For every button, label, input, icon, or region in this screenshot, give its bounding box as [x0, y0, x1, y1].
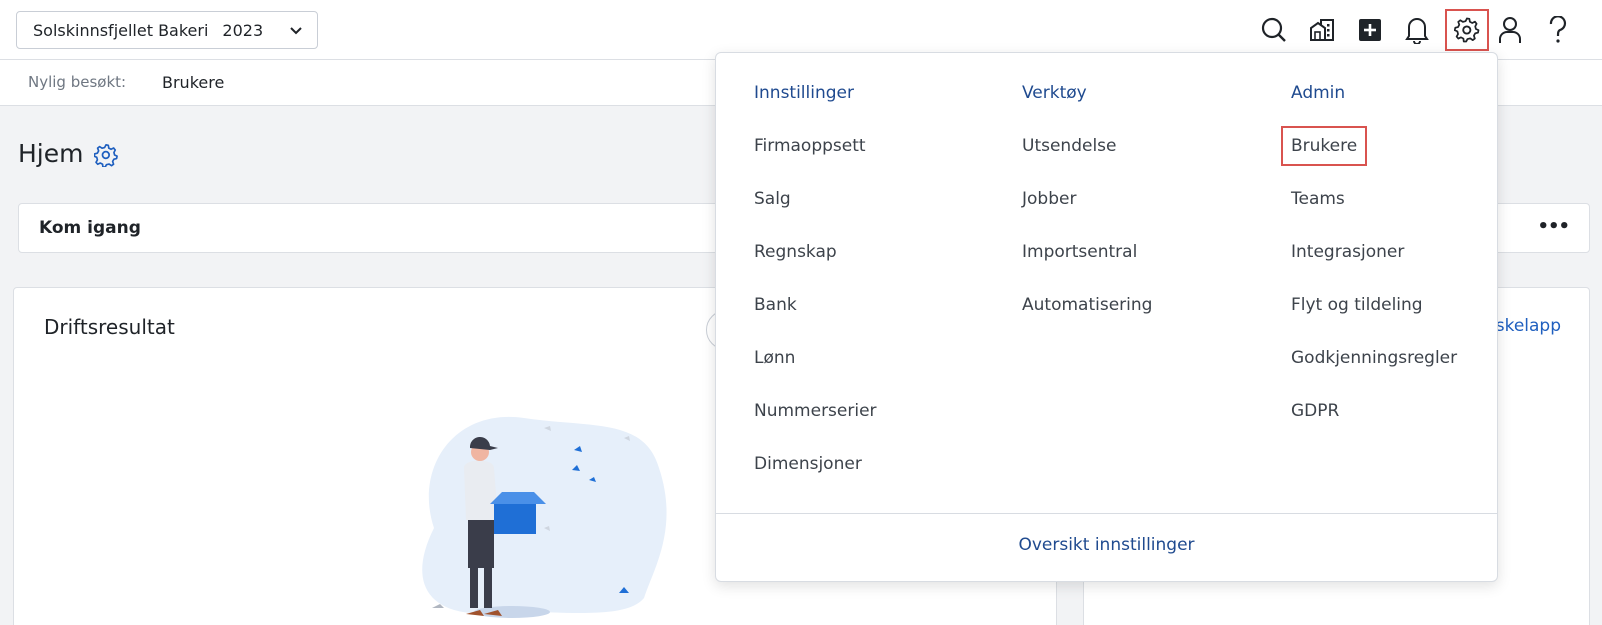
more-options-button[interactable]: •••: [1537, 216, 1570, 237]
user-icon: [1498, 16, 1522, 44]
top-bar: Solskinnsfjellet Bakeri 2023: [0, 0, 1602, 60]
right-card-link[interactable]: skelapp: [1496, 316, 1561, 336]
gear-icon[interactable]: [93, 143, 118, 171]
company-year: 2023: [222, 20, 264, 40]
company-name: Solskinnsfjellet Bakeri: [33, 20, 209, 40]
menu-item-dimensjoner[interactable]: Dimensjoner: [754, 454, 877, 478]
help-button[interactable]: [1538, 10, 1578, 50]
menu-heading-admin: Admin: [1291, 83, 1346, 103]
kom-igang-title: Kom igang: [39, 218, 141, 238]
menu-heading-verktoy: Verktøy: [1022, 83, 1087, 103]
menu-item-teams[interactable]: Teams: [1291, 189, 1457, 213]
add-icon: [1359, 19, 1381, 41]
menu-divider: [716, 513, 1497, 514]
search-icon: [1261, 17, 1287, 43]
menu-item-firmaoppsett[interactable]: Firmaoppsett: [754, 136, 877, 160]
empty-state-illustration: [422, 416, 667, 618]
menu-column-innstillinger: Innstillinger Firmaoppsett Salg Regnskap…: [754, 83, 877, 507]
page-title: Hjem: [18, 139, 84, 168]
chevron-down-icon: [289, 22, 303, 41]
company-button[interactable]: [1302, 10, 1342, 50]
menu-item-automatisering[interactable]: Automatisering: [1022, 295, 1152, 319]
recent-link-brukere[interactable]: Brukere: [162, 73, 224, 92]
driftsresultat-title: Driftsresultat: [44, 315, 175, 339]
bell-icon: [1405, 16, 1429, 44]
help-icon: [1548, 16, 1568, 44]
menu-item-nummerserier[interactable]: Nummerserier: [754, 401, 877, 425]
company-selector[interactable]: Solskinnsfjellet Bakeri 2023: [16, 11, 318, 49]
menu-item-gdpr[interactable]: GDPR: [1291, 401, 1457, 425]
menu-item-bank[interactable]: Bank: [754, 295, 877, 319]
settings-button[interactable]: [1445, 9, 1489, 51]
menu-item-flyt-og-tildeling[interactable]: Flyt og tildeling: [1291, 295, 1457, 319]
menu-item-regnskap[interactable]: Regnskap: [754, 242, 877, 266]
menu-item-brukere[interactable]: Brukere: [1280, 126, 1368, 166]
notifications-button[interactable]: [1397, 10, 1437, 50]
menu-item-godkjenningsregler[interactable]: Godkjenningsregler: [1291, 348, 1457, 372]
menu-heading-innstillinger: Innstillinger: [754, 83, 854, 103]
settings-overview-link[interactable]: Oversikt innstillinger: [716, 535, 1497, 555]
menu-item-lonn[interactable]: Lønn: [754, 348, 877, 372]
menu-column-verktoy: Verktøy Utsendelse Jobber Importsentral …: [1022, 83, 1152, 348]
menu-item-brukere-wrapper: Brukere: [1280, 126, 1457, 166]
menu-item-utsendelse[interactable]: Utsendelse: [1022, 136, 1152, 160]
settings-menu: Innstillinger Firmaoppsett Salg Regnskap…: [715, 52, 1498, 582]
add-button[interactable]: [1350, 10, 1390, 50]
menu-item-salg[interactable]: Salg: [754, 189, 877, 213]
gear-icon: [1454, 17, 1480, 43]
menu-item-integrasjoner[interactable]: Integrasjoner: [1291, 242, 1457, 266]
company-icon: [1309, 18, 1335, 42]
menu-column-admin: Admin Brukere Teams Integrasjoner Flyt o…: [1280, 83, 1457, 454]
menu-item-importsentral[interactable]: Importsentral: [1022, 242, 1152, 266]
search-button[interactable]: [1254, 10, 1294, 50]
recent-label: Nylig besøkt:: [28, 73, 127, 91]
profile-button[interactable]: [1490, 10, 1530, 50]
menu-item-jobber[interactable]: Jobber: [1022, 189, 1152, 213]
